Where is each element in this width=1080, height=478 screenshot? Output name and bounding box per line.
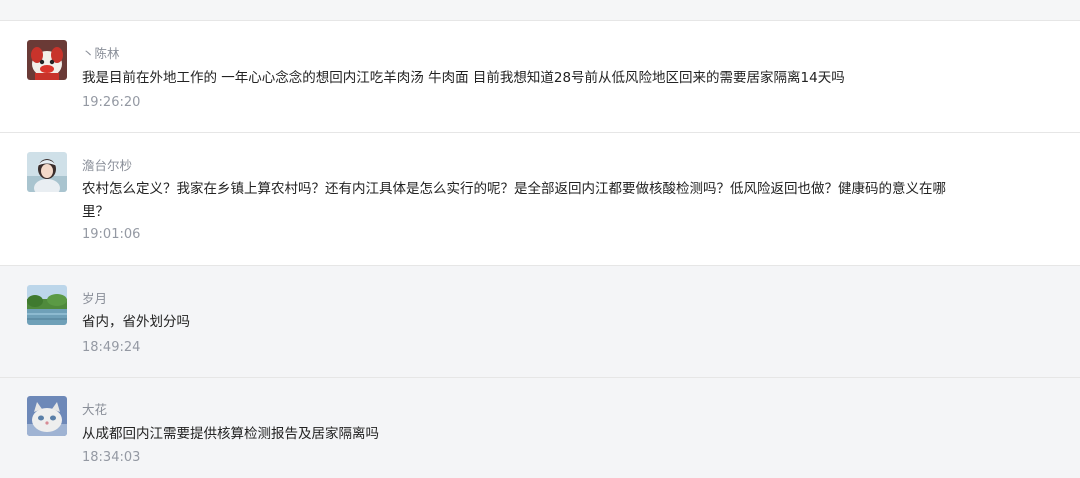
comment-author[interactable]: 岁月 [82, 288, 107, 307]
comment-author[interactable]: 澹台尔杪 [82, 155, 132, 174]
top-strip [0, 0, 1080, 21]
comment-text: 农村怎么定义？我家在乡镇上算农村吗？还有内江具体是怎么实行的呢？是全部返回内江都… [82, 181, 946, 220]
comment-time: 18:49:24 [82, 340, 141, 355]
landscape-photo-avatar-icon[interactable] [27, 285, 67, 325]
comment-text: 我是目前在外地工作的 一年心心念念的想回内江吃羊肉汤 牛肉面 目前我想知道28号… [82, 70, 845, 86]
comment-author[interactable]: 大花 [82, 399, 107, 418]
comment-item: 大花 从成都回内江需要提供核算检测报告及居家隔离吗 18:34:03 [0, 378, 1080, 478]
comment-item: 岁月 省内，省外划分吗 18:49:24 [0, 266, 1080, 378]
comment-time: 19:26:20 [82, 95, 141, 110]
cartoon-dog-avatar-icon[interactable] [27, 40, 67, 80]
comment-item: 澹台尔杪 农村怎么定义？我家在乡镇上算农村吗？还有内江具体是怎么实行的呢？是全部… [0, 133, 1080, 266]
comment-text: 从成都回内江需要提供核算检测报告及居家隔离吗 [82, 426, 379, 442]
comment-item: 丶陈林 我是目前在外地工作的 一年心心念念的想回内江吃羊肉汤 牛肉面 目前我想知… [0, 21, 1080, 133]
girl-photo-avatar-icon[interactable] [27, 152, 67, 192]
comment-author[interactable]: 丶陈林 [82, 43, 120, 62]
comment-text: 省内，省外划分吗 [82, 314, 190, 330]
comment-list-page: 丶陈林 我是目前在外地工作的 一年心心念念的想回内江吃羊肉汤 牛肉面 目前我想知… [0, 0, 1080, 478]
comment-time: 19:01:06 [82, 227, 141, 242]
cat-photo-avatar-icon[interactable] [27, 396, 67, 436]
comment-time: 18:34:03 [82, 450, 141, 465]
